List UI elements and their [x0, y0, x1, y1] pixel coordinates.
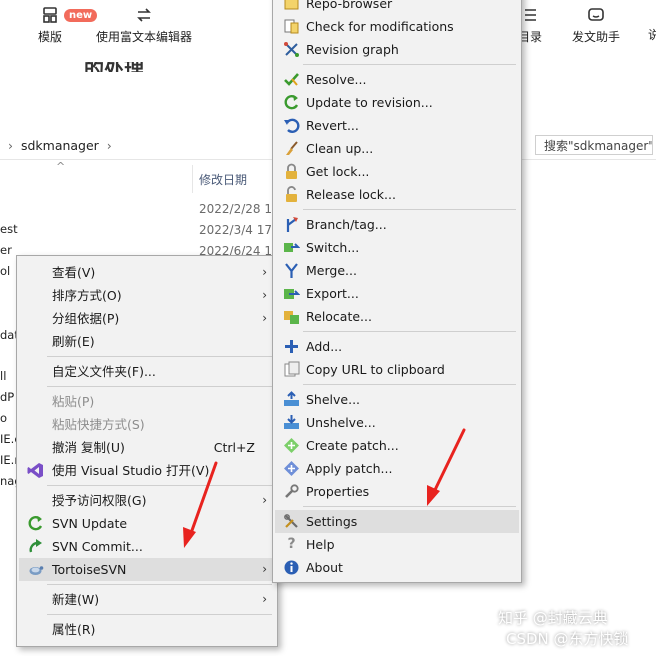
annotation-arrows: [183, 428, 466, 548]
red-arrow-icon: [427, 428, 466, 506]
watermark-zhihu: 知乎 @封藏云典: [498, 609, 608, 627]
red-arrow-icon: [183, 461, 218, 548]
watermark-csdn: CSDN @东方快锁: [506, 630, 629, 648]
